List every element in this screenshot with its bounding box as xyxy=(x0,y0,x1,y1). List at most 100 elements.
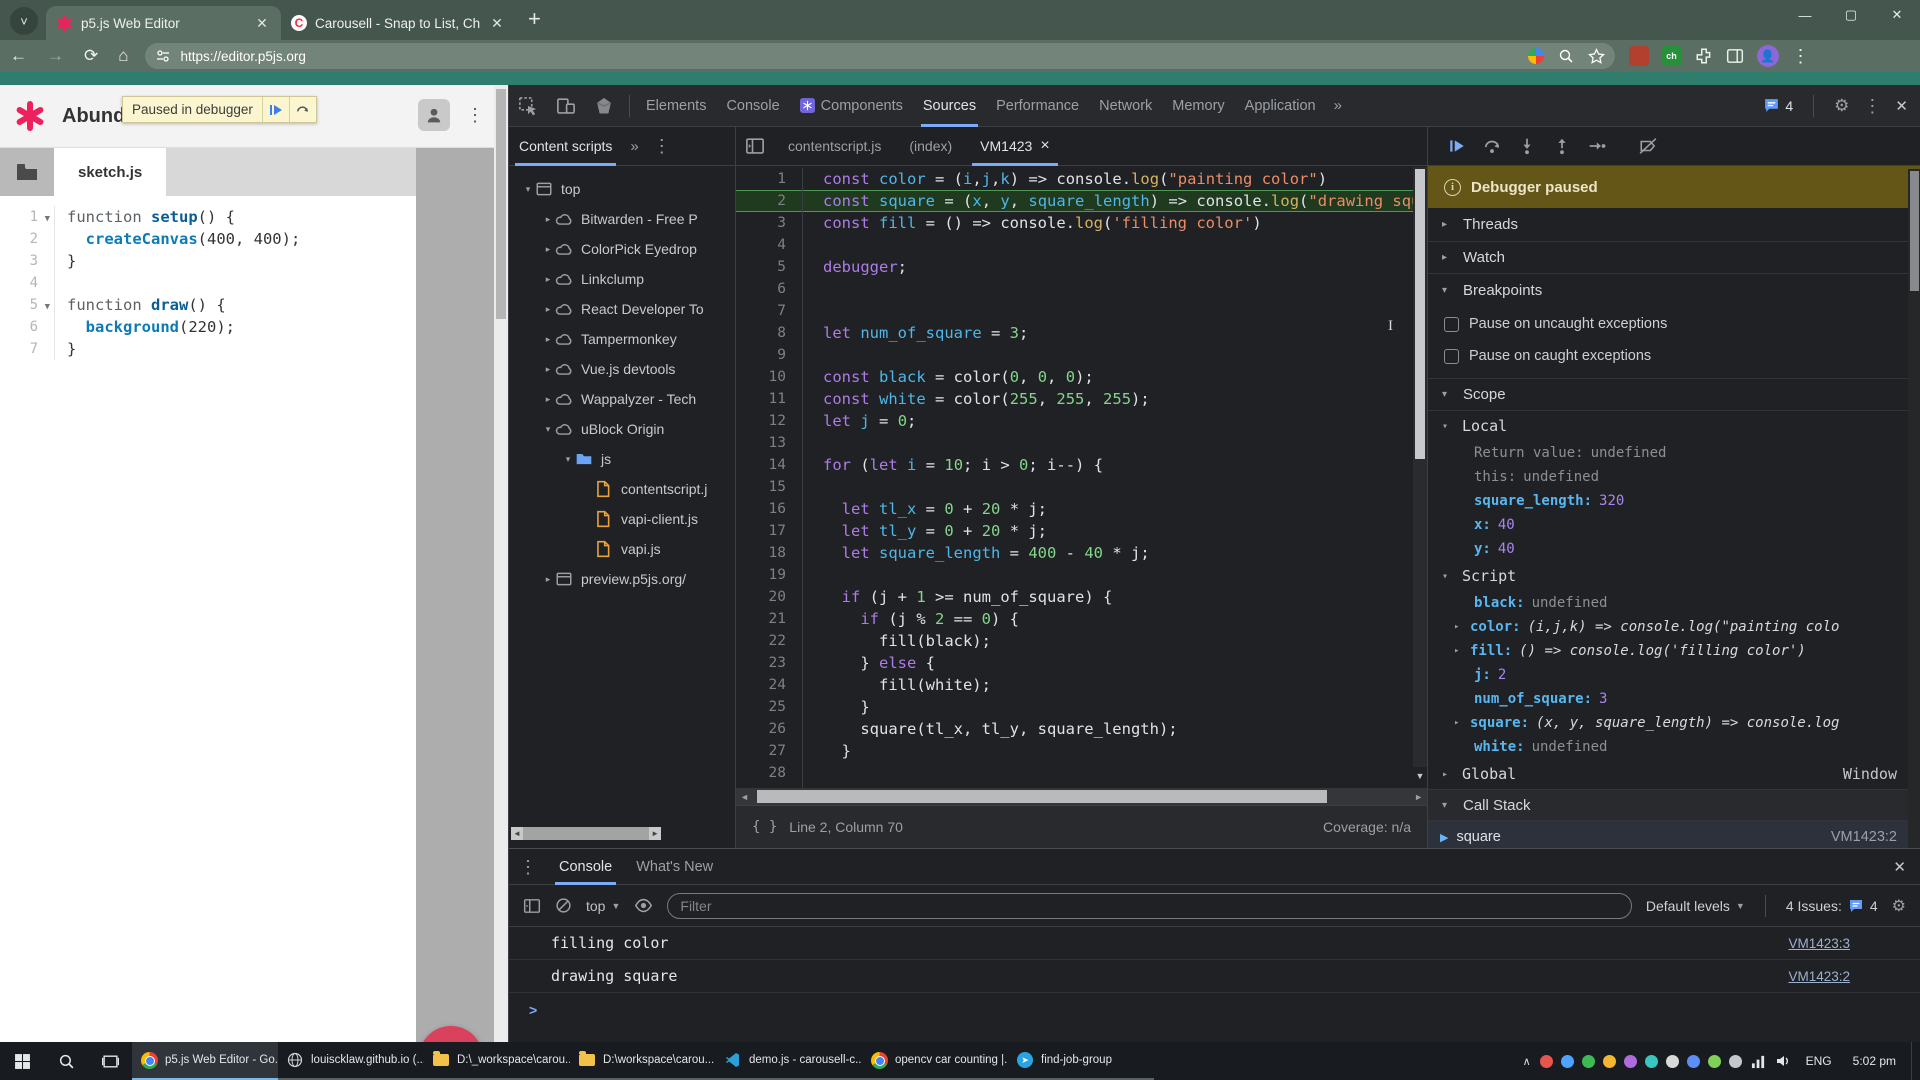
file-navigator-icon[interactable] xyxy=(0,148,54,196)
pretty-print-icon[interactable]: { } xyxy=(752,819,777,835)
devtools-tab-console[interactable]: Console xyxy=(716,85,789,127)
section-call-stack[interactable]: ▾Call Stack xyxy=(1428,789,1920,821)
tree-item[interactable]: ▾top xyxy=(509,174,735,204)
taskbar-item[interactable]: demo.js - carousell-c... xyxy=(716,1042,862,1080)
p5-code-editor[interactable]: 1▼function setup() {2 createCanvas(400, … xyxy=(0,196,416,1042)
tree-item[interactable]: ▸React Developer To xyxy=(509,294,735,324)
line-number[interactable]: 16 xyxy=(736,498,802,520)
devtools-tab-performance[interactable]: Performance xyxy=(986,85,1089,127)
forward-icon[interactable]: → xyxy=(47,46,64,66)
tab-content-scripts[interactable]: Content scripts xyxy=(509,127,622,166)
frame-location[interactable]: VM1423:2 xyxy=(1831,829,1897,845)
device-toolbar-icon[interactable] xyxy=(556,96,576,116)
line-number[interactable]: 2 xyxy=(736,190,802,212)
line-number[interactable]: 5 xyxy=(736,256,802,278)
p5-code-line[interactable]: 2 createCanvas(400, 400); xyxy=(0,228,416,250)
tray-icon[interactable] xyxy=(1540,1055,1553,1068)
code-line[interactable]: 29 j += 1; xyxy=(736,784,1427,788)
tree-expander-icon[interactable]: ▸ xyxy=(541,214,555,225)
task-view-icon[interactable] xyxy=(88,1042,132,1080)
code-line[interactable]: 14for (let i = 10; i > 0; i--) { xyxy=(736,454,1427,476)
section-breakpoints[interactable]: ▾Breakpoints xyxy=(1428,274,1920,306)
drawer-close-icon[interactable]: ✕ xyxy=(1893,858,1920,876)
tree-expander-icon[interactable]: ▾ xyxy=(561,454,575,465)
network-icon[interactable] xyxy=(1751,1054,1766,1069)
taskbar-item[interactable]: opencv car counting |... xyxy=(862,1042,1008,1080)
hidden-icons-chevron[interactable]: ∧ xyxy=(1523,1055,1531,1068)
code-line[interactable]: 12let j = 0; xyxy=(736,410,1427,432)
p5-code-line[interactable]: 5▼function draw() { xyxy=(0,294,416,316)
call-stack-frame[interactable]: ▶ square VM1423:2 xyxy=(1428,821,1920,848)
line-number[interactable]: 27 xyxy=(736,740,802,762)
issues-counter[interactable]: 4 xyxy=(1763,97,1793,114)
gem-panel-icon[interactable] xyxy=(594,96,614,116)
code-line[interactable]: 3const fill = () => console.log('filling… xyxy=(736,212,1427,234)
tray-icon[interactable] xyxy=(1666,1055,1679,1068)
tree-item[interactable]: ▾js xyxy=(509,444,735,474)
line-number[interactable]: 20 xyxy=(736,586,802,608)
code-line[interactable]: 20 if (j + 1 >= num_of_square) { xyxy=(736,586,1427,608)
tray-icon[interactable] xyxy=(1603,1055,1616,1068)
step-into-icon[interactable] xyxy=(1518,137,1536,155)
file-tab-sketch[interactable]: sketch.js xyxy=(54,148,166,196)
tree-item[interactable]: vapi.js xyxy=(509,534,735,564)
code-line[interactable]: 15 xyxy=(736,476,1427,498)
devtools-tab-memory[interactable]: Memory xyxy=(1162,85,1234,127)
step-over-button[interactable] xyxy=(289,97,316,122)
line-number[interactable]: 1 xyxy=(736,168,802,190)
editor-tab-contentscriptjs[interactable]: contentscript.js xyxy=(774,127,895,166)
code-line[interactable]: 13 xyxy=(736,432,1427,454)
p5-line-number[interactable]: 4 xyxy=(0,272,38,294)
tree-item[interactable]: ▸Wappalyzer - Tech xyxy=(509,384,735,414)
drawer-menu-icon[interactable]: ⋮ xyxy=(519,864,537,870)
code-line[interactable]: 16 let tl_x = 0 + 20 * j; xyxy=(736,498,1427,520)
bookmark-star-icon[interactable] xyxy=(1588,48,1605,65)
code-line[interactable]: 9 xyxy=(736,344,1427,366)
extensions-puzzle-icon[interactable] xyxy=(1695,47,1713,65)
taskbar-item[interactable]: p5.js Web Editor - Go... xyxy=(132,1042,278,1080)
line-number[interactable]: 6 xyxy=(736,278,802,300)
google-lens-icon[interactable] xyxy=(1528,48,1544,64)
console-filter-input[interactable] xyxy=(667,893,1631,919)
devtools-tab-network[interactable]: Network xyxy=(1089,85,1162,127)
tree-item[interactable]: ▸Vue.js devtools xyxy=(509,354,735,384)
variable-expander-icon[interactable]: ▸ xyxy=(1454,622,1470,632)
clock[interactable]: 5:02 pm xyxy=(1847,1054,1902,1068)
fold-caret-icon[interactable]: ▼ xyxy=(45,208,50,230)
source-link[interactable]: VM1423:2 xyxy=(1788,969,1850,984)
volume-icon[interactable] xyxy=(1775,1053,1791,1069)
tree-item[interactable]: ▾uBlock Origin xyxy=(509,414,735,444)
maximize-button[interactable]: ▢ xyxy=(1828,0,1874,30)
line-number[interactable]: 19 xyxy=(736,564,802,586)
step-over-icon[interactable] xyxy=(1483,137,1501,155)
account-avatar[interactable] xyxy=(418,99,450,131)
devtools-menu-icon[interactable]: ⋮ xyxy=(1863,103,1881,109)
deactivate-breakpoints-icon[interactable] xyxy=(1639,137,1657,155)
p5-code-line[interactable]: 4 xyxy=(0,272,416,294)
tab-console[interactable]: Console xyxy=(547,849,624,885)
address-bar[interactable]: https://editor.p5js.org xyxy=(145,43,1615,69)
line-number[interactable]: 24 xyxy=(736,674,802,696)
navigator-more-tabs-icon[interactable]: » xyxy=(622,138,648,155)
live-expression-eye-icon[interactable] xyxy=(634,896,653,915)
line-number[interactable]: 7 xyxy=(736,300,802,322)
more-panels-icon[interactable]: » xyxy=(1326,97,1352,114)
p5-line-number[interactable]: 6 xyxy=(0,316,38,338)
scope-variable[interactable]: ▸square:(x, y, square_length) => console… xyxy=(1428,711,1920,735)
line-number[interactable]: 17 xyxy=(736,520,802,542)
code-line[interactable]: 25 } xyxy=(736,696,1427,718)
tray-icon[interactable] xyxy=(1729,1055,1742,1068)
tree-item[interactable]: ▸Bitwarden - Free P xyxy=(509,204,735,234)
tab-whats-new[interactable]: What's New xyxy=(624,849,725,885)
code-line[interactable]: 11const white = color(255, 255, 255); xyxy=(736,388,1427,410)
taskbar-item[interactable]: louiscklaw.github.io (... xyxy=(278,1042,424,1080)
console-sidebar-icon[interactable] xyxy=(523,897,541,915)
tree-expander-icon[interactable]: ▾ xyxy=(541,424,555,435)
tree-expander-icon[interactable]: ▸ xyxy=(541,394,555,405)
line-number[interactable]: 9 xyxy=(736,344,802,366)
editor-tab-close-icon[interactable]: × xyxy=(1040,137,1049,155)
code-line[interactable]: 24 fill(white); xyxy=(736,674,1427,696)
source-code-view[interactable]: I 1const color = (i,j,k) => console.log(… xyxy=(736,166,1427,788)
line-number[interactable]: 11 xyxy=(736,388,802,410)
site-settings-icon[interactable] xyxy=(155,48,171,64)
